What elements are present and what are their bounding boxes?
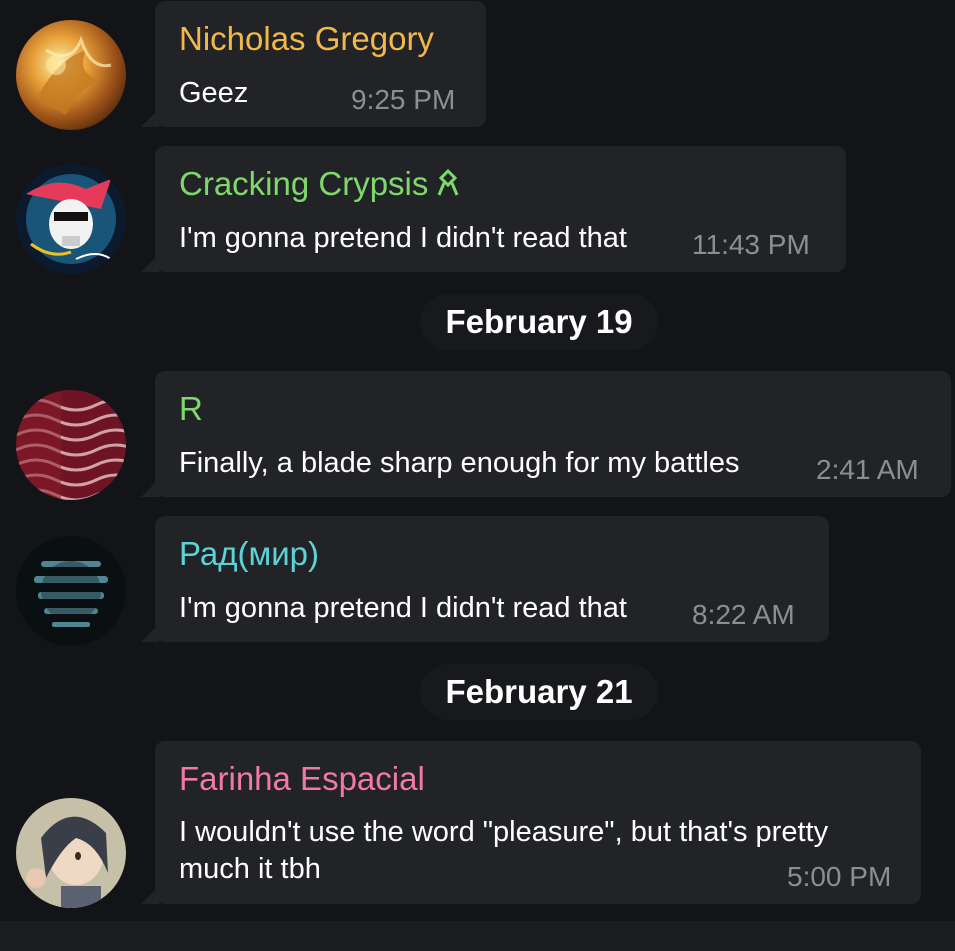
sender-name[interactable]: Nicholas Gregory — [179, 19, 434, 59]
message-text-line-1: I wouldn't use the word "pleasure", but … — [179, 816, 829, 848]
sender-name[interactable]: Рад(мир) — [179, 534, 319, 574]
chat-view: Nicholas Gregory Geez 9:25 PM Cracking C… — [0, 0, 955, 951]
date-separator: February 19 — [420, 294, 658, 350]
message-bubble[interactable]: Рад(мир) I'm gonna pretend I didn't read… — [155, 516, 829, 642]
message-bubble[interactable]: R Finally, a blade sharp enough for my b… — [155, 371, 951, 497]
date-separator: February 21 — [420, 664, 658, 720]
anime-character-avatar[interactable] — [16, 798, 126, 908]
message-bubble[interactable]: Nicholas Gregory Geez 9:25 PM — [155, 1, 486, 127]
sender-name[interactable]: Farinha Espacial — [179, 759, 425, 799]
dark-teal-mask-avatar[interactable] — [16, 536, 126, 646]
message-text: I'm gonna pretend I didn't read that — [179, 222, 627, 254]
message-time: 11:43 PM — [692, 229, 810, 260]
sender-name-text: Cracking Crypsis — [179, 165, 429, 202]
message-text-line-2: much it tbh — [179, 853, 321, 885]
golden-dragon-avatar[interactable] — [16, 20, 126, 130]
sender-name[interactable]: Cracking Crypsis — [179, 164, 460, 206]
message-text: Finally, a blade sharp enough for my bat… — [179, 447, 740, 479]
ribbon-badge-icon — [436, 166, 460, 206]
message-text: Geez — [179, 77, 249, 109]
message-time: 8:22 AM — [692, 599, 795, 630]
message-bubble[interactable]: Cracking Crypsis I'm gonna pretend I did… — [155, 146, 846, 272]
message-time: 9:25 PM — [351, 84, 456, 115]
message-time: 2:41 AM — [816, 454, 919, 485]
skull-graffiti-avatar[interactable] — [16, 164, 126, 274]
message-bubble[interactable]: Farinha Espacial I wouldn't use the word… — [155, 741, 921, 904]
message-text: I'm gonna pretend I didn't read that — [179, 592, 627, 624]
bottom-bar — [0, 921, 955, 951]
sender-name[interactable]: R — [179, 389, 203, 429]
message-time: 5:00 PM — [787, 861, 892, 892]
red-pattern-avatar[interactable] — [16, 390, 126, 500]
